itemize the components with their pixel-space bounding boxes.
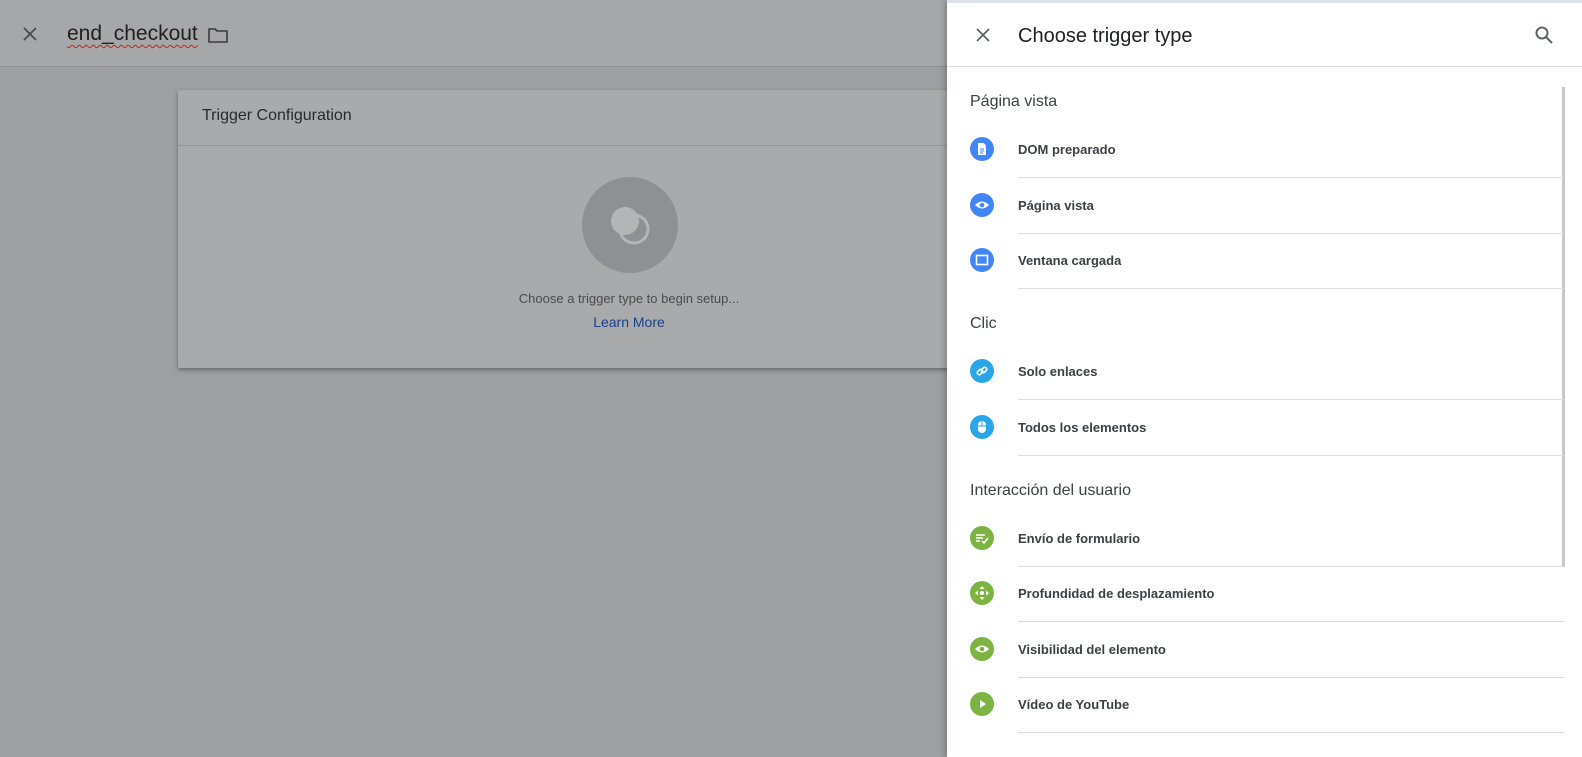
trigger-item-element-visibility[interactable]: Visibilidad del elemento xyxy=(947,623,1564,678)
section-title-page-view: Página vista xyxy=(970,93,1058,110)
trigger-item-form-submission[interactable]: Envío de formulario xyxy=(947,512,1564,567)
trigger-item-scroll-depth[interactable]: Profundidad de desplazamiento xyxy=(947,567,1564,622)
eye-icon xyxy=(970,193,994,217)
section-title-click: Clic xyxy=(970,315,997,332)
trigger-item-label: Visibilidad del elemento xyxy=(1018,642,1166,657)
trigger-item-label: Ventana cargada xyxy=(1018,253,1122,268)
divider xyxy=(1018,732,1564,733)
search-icon[interactable] xyxy=(1532,23,1556,47)
trigger-item-label: Envío de formulario xyxy=(1018,531,1141,546)
trigger-item-just-links[interactable]: Solo enlaces xyxy=(947,345,1564,400)
divider xyxy=(1018,399,1564,400)
divider xyxy=(1018,621,1564,622)
trigger-name-field[interactable]: end_checkout xyxy=(67,22,198,46)
close-icon[interactable] xyxy=(971,23,995,47)
trigger-item-label: Todos los elementos xyxy=(1018,420,1147,435)
trigger-item-label: Solo enlaces xyxy=(1018,364,1098,379)
link-icon xyxy=(970,359,994,383)
play-icon xyxy=(970,692,994,716)
mouse-icon xyxy=(970,415,994,439)
divider xyxy=(1018,177,1564,178)
panel-header: Choose trigger type xyxy=(947,3,1582,67)
trigger-placeholder-icon[interactable] xyxy=(582,177,678,273)
close-icon[interactable] xyxy=(18,22,42,46)
trigger-item-window-loaded[interactable]: Ventana cargada xyxy=(947,234,1564,289)
panel-title: Choose trigger type xyxy=(1018,25,1193,47)
trigger-item-youtube-video[interactable]: Vídeo de YouTube xyxy=(947,678,1564,733)
setup-hint: Choose a trigger type to begin setup... xyxy=(518,291,740,306)
trigger-item-label: Página vista xyxy=(1018,198,1094,213)
divider xyxy=(1018,455,1564,456)
divider xyxy=(1018,288,1564,289)
trigger-item-label: Profundidad de desplazamiento xyxy=(1018,586,1215,601)
trigger-item-all-elements[interactable]: Todos los elementos xyxy=(947,401,1564,456)
scroll-move-icon xyxy=(970,581,994,605)
trigger-item-page-view[interactable]: Página vista xyxy=(947,179,1564,234)
trigger-item-label: DOM preparado xyxy=(1018,142,1116,157)
folder-icon[interactable] xyxy=(206,23,230,47)
trigger-configuration-card[interactable]: Trigger Configuration Choose a trigger t… xyxy=(178,90,978,368)
card-title: Trigger Configuration xyxy=(202,107,352,124)
choose-trigger-panel: Choose trigger type Página vista DOM pre… xyxy=(947,0,1582,757)
learn-more-link[interactable]: Learn More xyxy=(178,314,1080,330)
trigger-item-label: Vídeo de YouTube xyxy=(1018,697,1130,712)
eye-icon xyxy=(970,637,994,661)
section-title-user-engagement: Interacción del usuario xyxy=(970,482,1131,499)
window-icon xyxy=(970,248,994,272)
divider xyxy=(178,145,978,146)
document-icon xyxy=(970,137,994,161)
trigger-item-dom-ready[interactable]: DOM preparado xyxy=(947,123,1564,178)
form-submit-icon xyxy=(970,526,994,550)
